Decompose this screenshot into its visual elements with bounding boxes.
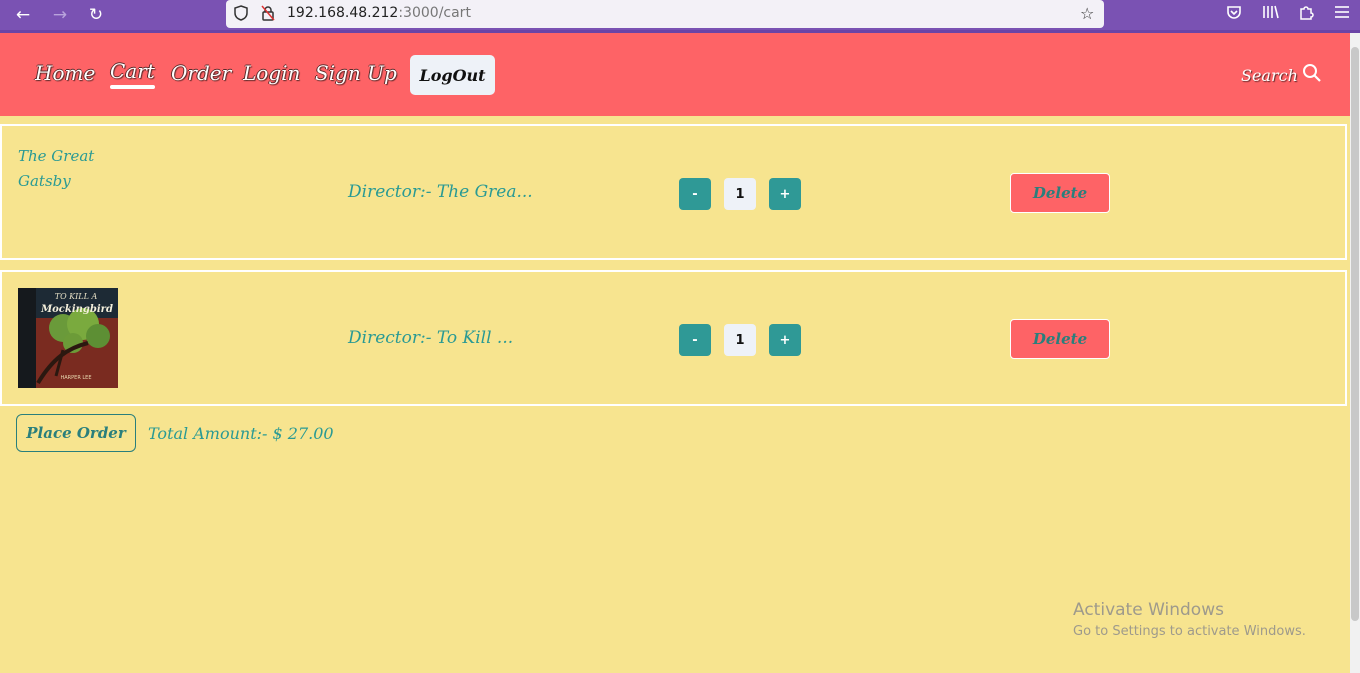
url-host: 192.168.48.212 xyxy=(287,5,399,21)
shield-icon[interactable] xyxy=(234,5,248,25)
increase-quantity-button[interactable]: + xyxy=(769,178,801,210)
item-director: Director:- The Grea... xyxy=(348,182,533,202)
nav-order[interactable]: Order xyxy=(171,61,231,85)
star-icon[interactable]: ☆ xyxy=(1080,4,1094,23)
cover-subtitle-text: Mockingbird xyxy=(40,304,113,315)
app-header: Home Cart Order Login Sign Up LogOut Sea… xyxy=(0,33,1350,116)
book-cover-image: TO KILL A Mockingbird HARPER LEE xyxy=(18,288,118,388)
cover-title-text: TO KILL A xyxy=(55,292,98,301)
scrollbar-thumb[interactable] xyxy=(1351,47,1359,621)
nav-cart[interactable]: Cart xyxy=(110,59,155,89)
item-title: The Great Gatsby xyxy=(18,147,95,190)
decrease-quantity-button[interactable]: - xyxy=(679,178,711,210)
back-arrow-icon[interactable]: ← xyxy=(10,2,36,28)
search-label: Search xyxy=(1241,65,1298,85)
delete-button[interactable]: Delete xyxy=(1010,319,1110,359)
item-director: Director:- To Kill ... xyxy=(348,328,514,348)
logout-button[interactable]: LogOut xyxy=(410,55,495,95)
menu-icon[interactable] xyxy=(1334,4,1350,23)
increase-quantity-button[interactable]: + xyxy=(769,324,801,356)
activate-windows-watermark: Activate Windows Go to Settings to activ… xyxy=(1073,600,1306,639)
decrease-quantity-button[interactable]: - xyxy=(679,324,711,356)
url-text: 192.168.48.212:3000/cart xyxy=(287,5,471,21)
url-path: :3000/cart xyxy=(398,5,471,21)
cart-item: TO KILL A Mockingbird HARPER LEE Directo… xyxy=(0,270,1347,406)
nav-signup[interactable]: Sign Up xyxy=(315,61,397,85)
extensions-icon[interactable] xyxy=(1298,4,1314,24)
quantity-value: 1 xyxy=(724,324,756,356)
watermark-subtitle: Go to Settings to activate Windows. xyxy=(1073,624,1306,639)
page-scrollbar[interactable] xyxy=(1350,33,1360,673)
insecure-lock-icon[interactable] xyxy=(261,5,275,25)
search-icon xyxy=(1302,63,1322,87)
nav-login[interactable]: Login xyxy=(243,61,300,85)
delete-button[interactable]: Delete xyxy=(1010,173,1110,213)
url-bar[interactable]: 192.168.48.212:3000/cart ☆ xyxy=(226,0,1104,28)
library-icon[interactable] xyxy=(1262,4,1280,24)
reload-icon[interactable]: ↻ xyxy=(83,2,109,28)
forward-arrow-icon[interactable]: → xyxy=(47,2,73,28)
cart-item: The Great Gatsby Director:- The Grea... … xyxy=(0,124,1347,260)
watermark-title: Activate Windows xyxy=(1073,600,1224,620)
search-link[interactable]: Search xyxy=(1241,63,1322,87)
browser-toolbar: ← → ↻ 192.168.48.212:3000/cart ☆ xyxy=(0,0,1360,33)
nav-home[interactable]: Home xyxy=(35,61,95,85)
quantity-value: 1 xyxy=(724,178,756,210)
total-amount: Total Amount:- $ 27.00 xyxy=(148,424,334,443)
pocket-icon[interactable] xyxy=(1226,4,1242,24)
cover-author-text: HARPER LEE xyxy=(61,375,92,381)
place-order-button[interactable]: Place Order xyxy=(16,414,136,452)
